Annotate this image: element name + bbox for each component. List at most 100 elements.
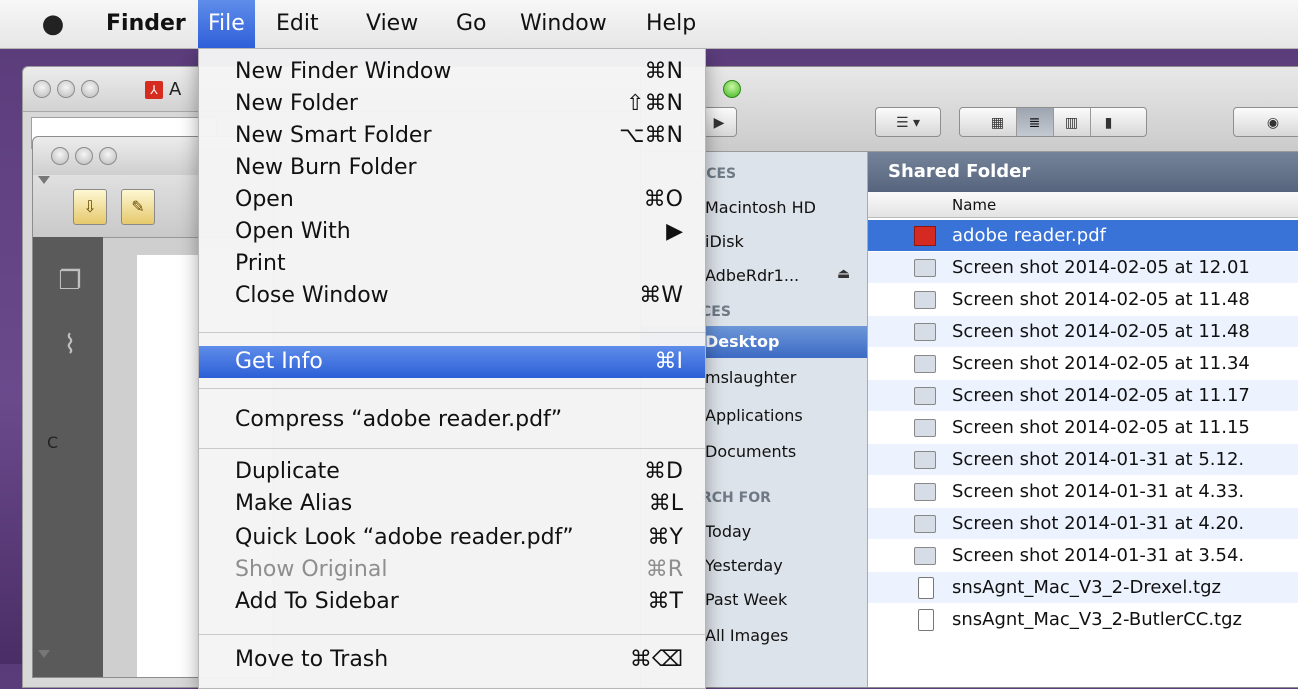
- icon-view-icon[interactable]: ▦: [980, 108, 1017, 136]
- view-mode-control[interactable]: ▦ ≣ ▥ ▮: [959, 107, 1147, 137]
- file-name: Screen shot 2014-01-31 at 4.33.: [952, 481, 1245, 502]
- file-name: Screen shot 2014-02-05 at 11.34: [952, 353, 1250, 374]
- devices-header: ICES: [701, 166, 737, 182]
- file-row[interactable]: Screen shot 2014-01-31 at 4.33.: [868, 476, 1298, 507]
- menu-bar: ● Finder File Edit View Go Window Help: [0, 0, 1298, 49]
- menu-separator: [199, 388, 705, 389]
- sidebar-item-mslaughter[interactable]: mslaughter: [705, 368, 796, 387]
- file-row[interactable]: Screen shot 2014-02-05 at 11.17: [868, 380, 1298, 411]
- file-name: snsAgnt_Mac_V3_2-ButlerCC.tgz: [952, 609, 1242, 630]
- menu-separator: [199, 448, 705, 449]
- file-name: Screen shot 2014-02-05 at 11.17: [952, 385, 1250, 406]
- arrange-icon[interactable]: ☰ ▾: [875, 107, 941, 137]
- quicklook-eye-icon[interactable]: ◉: [1233, 107, 1298, 137]
- zoom-button[interactable]: [723, 80, 741, 98]
- image-file-icon: [914, 259, 936, 277]
- menu-help[interactable]: Help: [636, 0, 706, 48]
- eject-icon[interactable]: ⏏: [837, 266, 850, 282]
- archive-file-icon: [918, 577, 934, 599]
- menu-item-new-folder[interactable]: New Folder ⇧⌘N: [199, 88, 705, 120]
- close-button[interactable]: [33, 80, 51, 98]
- menu-item-compress[interactable]: Compress “adobe reader.pdf”: [199, 404, 705, 436]
- file-list-pane: Shared Folder Name adobe reader.pdf Scree…: [868, 152, 1298, 687]
- file-row[interactable]: Screen shot 2014-02-05 at 12.01: [868, 252, 1298, 283]
- sidebar-item-all-images[interactable]: All Images: [705, 626, 788, 645]
- sidebar-item-documents[interactable]: Documents: [705, 442, 796, 461]
- search-for-header: RCH FOR: [701, 490, 771, 506]
- sidebar-item-macintosh-hd[interactable]: Macintosh HD: [705, 198, 816, 217]
- menu-item-show-original: Show Original ⌘R: [235, 557, 683, 582]
- menu-item-close-window[interactable]: Close Window ⌘W: [199, 280, 705, 312]
- minimize-button[interactable]: [75, 147, 93, 165]
- file-name: Screen shot 2014-02-05 at 11.48: [952, 289, 1250, 310]
- menu-item-duplicate[interactable]: Duplicate ⌘D: [199, 456, 705, 488]
- attachment-paperclip-icon[interactable]: ⌇: [57, 329, 83, 361]
- sidebar-item-today[interactable]: Today: [705, 522, 751, 541]
- list-view-icon[interactable]: ≣: [1016, 108, 1054, 136]
- menu-separator: [199, 634, 705, 635]
- archive-file-icon: [918, 609, 934, 631]
- file-row[interactable]: Screen shot 2014-01-31 at 5.12.: [868, 444, 1298, 475]
- menu-view[interactable]: View: [356, 0, 428, 48]
- menu-file[interactable]: File: [198, 0, 255, 48]
- menu-item-get-info[interactable]: Get Info ⌘I: [199, 346, 705, 378]
- menu-item-open-with[interactable]: Open With ▶: [199, 216, 705, 248]
- menu-item-open[interactable]: Open ⌘O: [199, 184, 705, 216]
- menu-item-make-alias[interactable]: Make Alias ⌘L: [199, 488, 705, 520]
- menu-separator: [199, 332, 705, 333]
- minimize-button[interactable]: [57, 80, 75, 98]
- menu-item-new-burn-folder[interactable]: New Burn Folder: [199, 152, 705, 184]
- file-row[interactable]: Screen shot 2014-02-05 at 11.34: [868, 348, 1298, 379]
- menu-window[interactable]: Window: [510, 0, 617, 48]
- close-button[interactable]: [51, 147, 69, 165]
- image-file-icon: [914, 451, 936, 469]
- file-row[interactable]: snsAgnt_Mac_V3_2-ButlerCC.tgz: [868, 604, 1298, 635]
- reader-window-title: A: [169, 79, 182, 100]
- image-file-icon: [914, 387, 936, 405]
- menu-item-new-smart-folder[interactable]: New Smart Folder ⌥⌘N: [199, 120, 705, 152]
- menu-item-add-to-sidebar[interactable]: Add To Sidebar ⌘T: [199, 586, 705, 618]
- sidebar-item-idisk[interactable]: iDisk: [705, 232, 744, 251]
- sidebar-item-past-week[interactable]: Past Week: [705, 590, 787, 609]
- apple-menu-icon[interactable]: ●: [40, 10, 66, 38]
- menu-go[interactable]: Go: [446, 0, 497, 48]
- sidebar-item-adberdr[interactable]: AdbeRdr1...: [705, 266, 799, 285]
- file-name: snsAgnt_Mac_V3_2-Drexel.tgz: [952, 577, 1221, 598]
- menu-item-print[interactable]: Print: [199, 248, 705, 280]
- file-row[interactable]: Screen shot 2014-01-31 at 3.54.: [868, 540, 1298, 571]
- pages-icon[interactable]: ❐: [57, 265, 83, 297]
- column-view-icon[interactable]: ▥: [1054, 108, 1091, 136]
- sidebar-item-yesterday[interactable]: Yesterday: [705, 556, 783, 575]
- file-row[interactable]: snsAgnt_Mac_V3_2-Drexel.tgz: [868, 572, 1298, 603]
- file-name: Screen shot 2014-02-05 at 11.15: [952, 417, 1250, 438]
- zoom-button[interactable]: [99, 147, 117, 165]
- pdf-icon: ⅄: [145, 81, 163, 99]
- finder-window: ▶ ☰ ▾ ▦ ≣ ▥ ▮ ◉ ICES Macintosh HD iDisk Adb…: [640, 66, 1298, 688]
- menu-item-move-to-trash[interactable]: Move to Trash ⌘⌫: [199, 644, 705, 676]
- coverflow-view-icon[interactable]: ▮: [1091, 108, 1127, 136]
- file-name: Screen shot 2014-02-05 at 11.48: [952, 321, 1250, 342]
- window-controls: [33, 80, 105, 102]
- file-name: Screen shot 2014-01-31 at 4.20.: [952, 513, 1245, 534]
- file-row[interactable]: adobe reader.pdf: [868, 220, 1298, 251]
- file-row[interactable]: Screen shot 2014-01-31 at 4.20.: [868, 508, 1298, 539]
- file-row[interactable]: Screen shot 2014-02-05 at 11.48: [868, 316, 1298, 347]
- file-row[interactable]: Screen shot 2014-02-05 at 11.48: [868, 284, 1298, 315]
- create-pdf-icon[interactable]: ✎: [121, 189, 155, 225]
- menu-item-quick-look[interactable]: Quick Look “adobe reader.pdf” ⌘Y: [199, 522, 705, 554]
- column-header-name[interactable]: Name: [868, 192, 1298, 218]
- sidebar-item-applications[interactable]: Applications: [705, 406, 803, 425]
- scroll-up-arrow-icon[interactable]: [38, 176, 50, 184]
- folder-title: Shared Folder: [868, 152, 1298, 192]
- finder-toolbar: ▶ ☰ ▾ ▦ ≣ ▥ ▮ ◉: [641, 67, 1298, 152]
- image-file-icon: [914, 483, 936, 501]
- menu-edit[interactable]: Edit: [266, 0, 329, 48]
- menu-item-new-finder-window[interactable]: New Finder Window ⌘N: [199, 56, 705, 88]
- zoom-button[interactable]: [81, 80, 99, 98]
- file-row[interactable]: Screen shot 2014-02-05 at 11.15: [868, 412, 1298, 443]
- menu-finder[interactable]: Finder: [96, 0, 196, 48]
- open-file-icon[interactable]: ⇩: [73, 189, 107, 225]
- scroll-down-arrow-icon[interactable]: [38, 650, 50, 658]
- forward-button[interactable]: ▶: [701, 107, 737, 137]
- image-file-icon: [914, 323, 936, 341]
